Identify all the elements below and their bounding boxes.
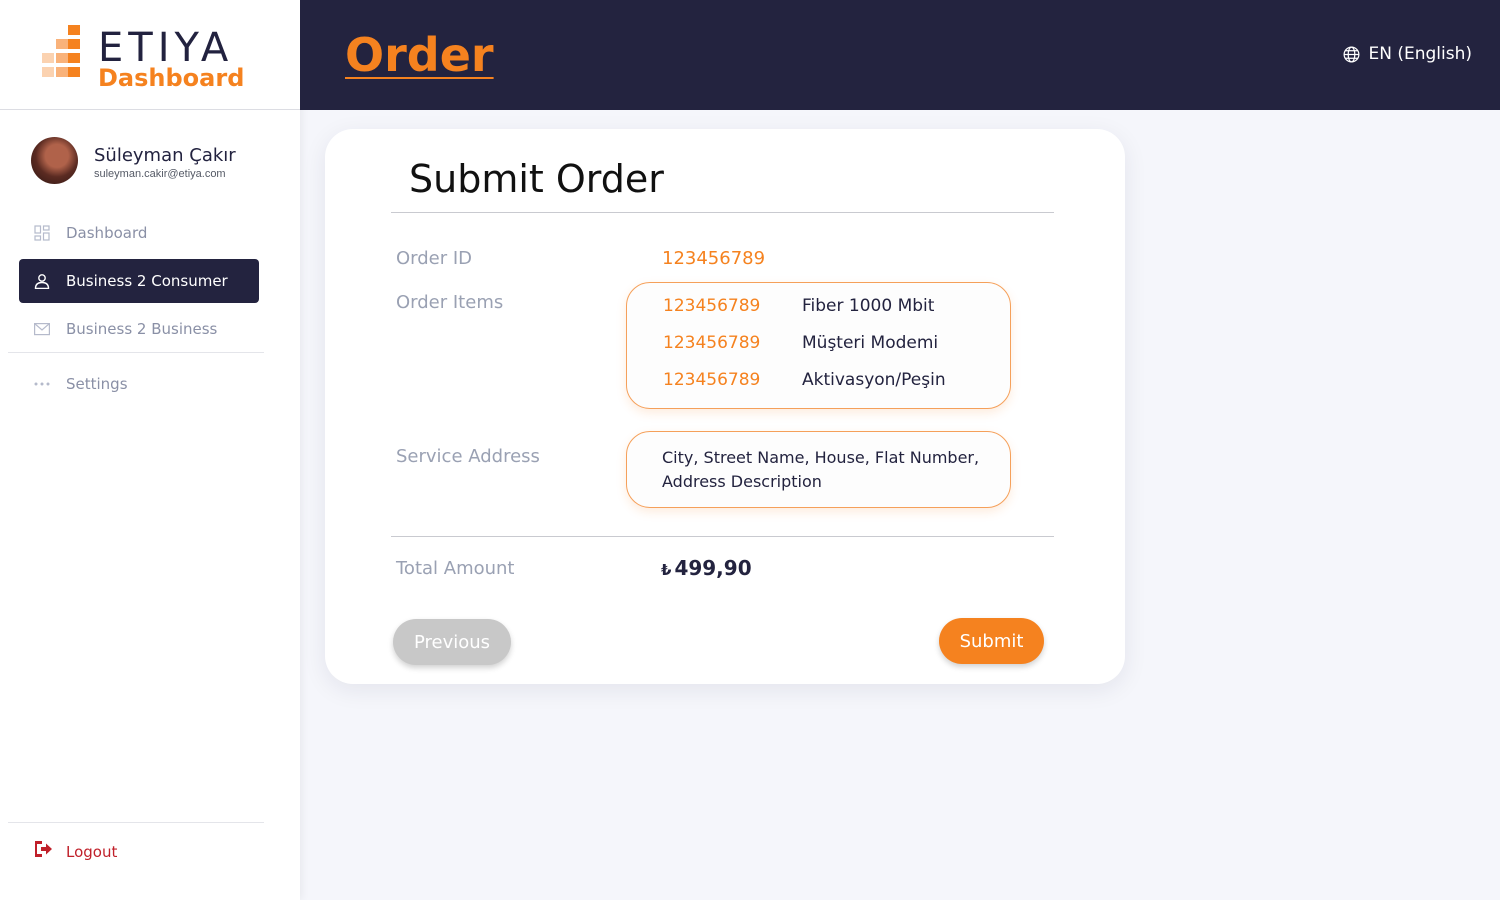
card-divider bbox=[391, 536, 1054, 537]
previous-button[interactable]: Previous bbox=[393, 619, 511, 665]
sidebar-item-dashboard[interactable]: Dashboard bbox=[19, 211, 259, 255]
order-item-name: Aktivasyon/Peşin bbox=[802, 370, 946, 390]
user-profile: Süleyman Çakır suleyman.cakir@etiya.com bbox=[31, 137, 291, 187]
card-divider bbox=[391, 212, 1054, 213]
order-item-row: 123456789 Müşteri Modemi bbox=[663, 333, 1003, 357]
sidebar-item-label: Business 2 Consumer bbox=[66, 272, 228, 290]
sidebar-item-business-2-business[interactable]: Business 2 Business bbox=[19, 307, 259, 351]
language-label: EN (English) bbox=[1368, 44, 1472, 64]
user-name: Süleyman Çakır bbox=[94, 145, 236, 166]
top-header: Order EN (English) bbox=[300, 0, 1500, 110]
etiya-logo-icon bbox=[42, 25, 80, 77]
order-id-value: 123456789 bbox=[662, 248, 766, 269]
total-amount-value: ₺ 499,90 bbox=[661, 556, 752, 580]
total-amount-number: 499,90 bbox=[674, 556, 752, 580]
sidebar-item-label: Dashboard bbox=[66, 224, 148, 242]
order-item-code: 123456789 bbox=[663, 333, 761, 353]
logout-label: Logout bbox=[66, 842, 118, 861]
sidebar-item-business-2-consumer[interactable]: Business 2 Consumer bbox=[19, 259, 259, 303]
order-item-row: 123456789 Fiber 1000 Mbit bbox=[663, 296, 1003, 320]
logout-button[interactable]: Logout bbox=[33, 840, 117, 863]
order-item-code: 123456789 bbox=[663, 370, 761, 390]
sidebar: ETIYA Dashboard Süleyman Çakır suleyman.… bbox=[0, 0, 300, 900]
submit-button[interactable]: Submit bbox=[939, 618, 1044, 664]
sidebar-nav: Dashboard Business 2 Consumer Business 2… bbox=[19, 211, 259, 355]
user-email: suleyman.cakir@etiya.com bbox=[94, 168, 226, 180]
avatar bbox=[31, 137, 78, 184]
sidebar-item-label: Settings bbox=[66, 375, 128, 393]
brand-subtitle: Dashboard bbox=[98, 64, 245, 92]
order-item-name: Fiber 1000 Mbit bbox=[802, 296, 935, 316]
total-amount-label: Total Amount bbox=[396, 558, 515, 579]
service-address-label: Service Address bbox=[396, 446, 540, 467]
order-item-row: 123456789 Aktivasyon/Peşin bbox=[663, 370, 1003, 394]
submit-order-card: Submit Order Order ID 123456789 Order It… bbox=[325, 129, 1125, 684]
language-selector[interactable]: EN (English) bbox=[1343, 44, 1472, 64]
sidebar-divider bbox=[8, 822, 264, 823]
logout-icon bbox=[33, 840, 53, 863]
card-title: Submit Order bbox=[409, 157, 664, 201]
more-dots-icon bbox=[34, 376, 50, 392]
sidebar-nav-secondary: Settings bbox=[19, 362, 259, 410]
user-icon bbox=[34, 273, 50, 289]
order-item-code: 123456789 bbox=[663, 296, 761, 316]
logo-area: ETIYA Dashboard bbox=[0, 0, 300, 110]
order-items-box: 123456789 Fiber 1000 Mbit 123456789 Müşt… bbox=[626, 282, 1011, 409]
currency-symbol: ₺ bbox=[661, 561, 672, 579]
sidebar-item-label: Business 2 Business bbox=[66, 320, 218, 338]
globe-icon bbox=[1343, 46, 1360, 63]
sidebar-item-settings[interactable]: Settings bbox=[19, 362, 259, 406]
service-address-box: City, Street Name, House, Flat Number, A… bbox=[626, 431, 1011, 508]
page-title: Order bbox=[345, 28, 494, 82]
service-address-value: City, Street Name, House, Flat Number, A… bbox=[662, 448, 980, 491]
order-items-label: Order Items bbox=[396, 292, 504, 313]
brand-name: ETIYA bbox=[98, 25, 234, 71]
order-id-label: Order ID bbox=[396, 248, 473, 269]
order-item-name: Müşteri Modemi bbox=[802, 333, 939, 353]
sidebar-divider bbox=[8, 352, 264, 353]
mail-icon bbox=[34, 321, 50, 337]
grid-icon bbox=[34, 225, 50, 241]
